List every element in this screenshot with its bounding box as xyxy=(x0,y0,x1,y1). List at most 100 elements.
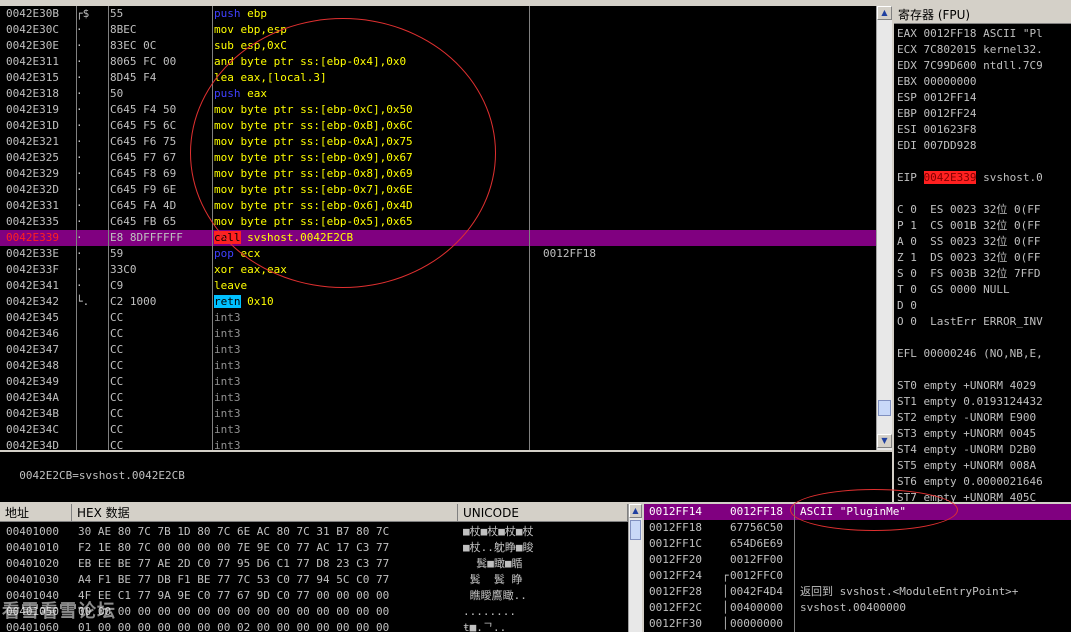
register-line[interactable]: ST3 empty +UNORM 0045 xyxy=(897,426,1036,442)
dump-hex[interactable]: 30 AE 80 7C 7B 1D 80 7C 6E AC 80 7C 31 B… xyxy=(78,524,389,540)
scroll-up-button[interactable]: ▲ xyxy=(877,6,892,20)
stack-row[interactable]: 0012FF18 67756C50 xyxy=(644,520,1071,536)
register-line[interactable]: A 0 SS 0023 32位 0(FF xyxy=(897,234,1040,250)
register-line[interactable]: EFL 00000246 (NO,NB,E, xyxy=(897,346,1043,362)
dump-unicode[interactable]: ........ xyxy=(463,604,516,620)
dump-address[interactable]: 00401030 xyxy=(6,572,59,588)
register-line[interactable]: S 0 FS 003B 32位 7FFD xyxy=(897,266,1040,282)
disasm-row[interactable]: 0042E30B ┌$ 55 push ebp xyxy=(0,6,876,22)
stack-row[interactable]: 0012FF20 0012FF00 xyxy=(644,552,1071,568)
scroll-down-button[interactable]: ▼ xyxy=(877,434,892,448)
dump-hex[interactable]: EB EE BE 77 AE 2D C0 77 95 D6 C1 77 D8 2… xyxy=(78,556,389,572)
disasm-row[interactable]: 0042E315 · 8D45 F4 lea eax,[local.3] xyxy=(0,70,876,86)
register-line[interactable]: ST7 empty +UNORM 405C xyxy=(897,490,1036,502)
dump-col-unicode[interactable]: UNICODE xyxy=(458,504,628,522)
disasm-scrollbar[interactable]: ▲ ▼ xyxy=(876,6,892,450)
register-line[interactable]: ST1 empty 0.0193124432 xyxy=(897,394,1043,410)
stack-row[interactable]: 0012FF30 │ 00000000 xyxy=(644,616,1071,632)
register-line[interactable]: EAX 0012FF18 ASCII "Pl xyxy=(897,26,1043,42)
dump-scrollbar[interactable]: ▲ xyxy=(628,504,642,632)
dump-col-address[interactable]: 地址 xyxy=(0,504,72,522)
register-line[interactable]: ST6 empty 0.0000021646 xyxy=(897,474,1043,490)
disasm-row[interactable]: 0042E319 · C645 F4 50 mov byte ptr ss:[ebp-… xyxy=(0,102,876,118)
disasm-row[interactable]: 0042E345 CC int3 xyxy=(0,310,876,326)
register-line[interactable]: ESP 0012FF14 xyxy=(897,90,976,106)
disasm-row[interactable]: 0042E30E · 83EC 0C sub esp,0xC xyxy=(0,38,876,54)
disasm-hex: E8 8DFFFFFF xyxy=(110,231,183,244)
disasm-row[interactable]: 0042E335 · C645 FB 65 mov byte ptr ss:[ebp-… xyxy=(0,214,876,230)
dump-hex[interactable]: F2 1E 80 7C 00 00 00 00 7E 9E C0 77 AC 1… xyxy=(78,540,389,556)
disasm-row[interactable]: 0042E349 CC int3 xyxy=(0,374,876,390)
scroll-thumb[interactable] xyxy=(878,400,891,416)
dump-unicode[interactable]: 瞧瞹鷹瞰.. xyxy=(463,588,527,604)
register-line[interactable]: ST2 empty -UNORM E900 xyxy=(897,410,1036,426)
dump-unicode[interactable]: ■杖■杖■杖■杖 xyxy=(463,524,534,540)
disasm-row[interactable]: 0042E311 · 8065 FC 00 and byte ptr ss:[ebp-… xyxy=(0,54,876,70)
register-line[interactable]: ESI 001623F8 xyxy=(897,122,976,138)
register-line[interactable]: T 0 GS 0000 NULL xyxy=(897,282,1010,298)
disasm-row[interactable]: 0042E347 CC int3 xyxy=(0,342,876,358)
register-line[interactable]: O 0 LastErr ERROR_INV xyxy=(897,314,1043,330)
dump-unicode[interactable]: ŧ■.ᄀ.. xyxy=(463,620,506,632)
disasm-operands: eax xyxy=(240,87,267,100)
dump-hex[interactable]: 01 00 00 00 00 00 00 00 02 00 00 00 00 0… xyxy=(78,620,389,632)
disasm-row[interactable]: 0042E325 · C645 F7 67 mov byte ptr ss:[ebp-… xyxy=(0,150,876,166)
register-line[interactable]: ECX 7C802015 kernel32. xyxy=(897,42,1043,58)
disasm-row[interactable]: 0042E34A CC int3 xyxy=(0,390,876,406)
disassembly-pane[interactable]: 0042E30B ┌$ 55 push ebp 0042E30C · 8BEC mov ebp… xyxy=(0,6,876,450)
register-line[interactable]: C 0 ES 0023 32位 0(FF xyxy=(897,202,1040,218)
disasm-row[interactable]: 0042E321 · C645 F6 75 mov byte ptr ss:[ebp-… xyxy=(0,134,876,150)
disasm-row[interactable]: 0042E33F · 33C0 xor eax,eax xyxy=(0,262,876,278)
register-line[interactable]: ST0 empty +UNORM 4029 xyxy=(897,378,1036,394)
register-line[interactable]: ST4 empty -UNORM D2B0 xyxy=(897,442,1036,458)
dump-scroll-thumb[interactable] xyxy=(630,520,641,540)
disasm-row[interactable]: 0042E34C CC int3 xyxy=(0,422,876,438)
stack-separator xyxy=(794,504,795,632)
disasm-row[interactable]: 0042E34D CC int3 xyxy=(0,438,876,450)
register-line[interactable]: D 0 xyxy=(897,298,917,314)
disasm-row[interactable]: 0042E318 · 50 push eax xyxy=(0,86,876,102)
dump-address[interactable]: 00401010 xyxy=(6,540,59,556)
dump-scroll-up-button[interactable]: ▲ xyxy=(629,504,642,518)
stack-marker: │ xyxy=(722,601,729,614)
dump-address[interactable]: 00401020 xyxy=(6,556,59,572)
disasm-row[interactable]: 0042E30C · 8BEC mov ebp,esp xyxy=(0,22,876,38)
disasm-row[interactable]: 0042E339 · E8 8DFFFFFF call svshost.0042E2C… xyxy=(0,230,876,246)
register-eip[interactable]: EIP 0042E339 svshost.0 xyxy=(897,170,1043,186)
dump-hex[interactable]: 4F EE C1 77 9A 9E C0 77 67 9D C0 77 00 0… xyxy=(78,588,389,604)
register-line[interactable]: Z 1 DS 0023 32位 0(FF xyxy=(897,250,1040,266)
registers-header[interactable]: 寄存器 (FPU) xyxy=(894,6,1071,24)
disasm-row[interactable]: 0042E342 └. C2 1000 retn 0x10 xyxy=(0,294,876,310)
disasm-row[interactable]: 0042E348 CC int3 xyxy=(0,358,876,374)
dump-unicode[interactable]: 鬂 鬂 睁 xyxy=(463,572,523,588)
disasm-row[interactable]: 0042E32D · C645 F9 6E mov byte ptr ss:[ebp-… xyxy=(0,182,876,198)
disasm-operands: byte ptr ss:[ebp-0x4],0x0 xyxy=(233,55,407,68)
dump-col-hex[interactable]: HEX 数据 xyxy=(72,504,458,522)
dump-unicode[interactable]: 鬂■瞰■瞃 xyxy=(463,556,522,572)
stack-pane[interactable]: 0012FF14 0012FF18 ASCII "PluginMe" 0012FF1… xyxy=(644,504,1071,632)
disasm-operands: byte ptr ss:[ebp-0x7],0x6E xyxy=(233,183,413,196)
stack-row[interactable]: 0012FF2C │ 00400000 svshost.00400000 xyxy=(644,600,1071,616)
disasm-row[interactable]: 0042E341 · C9 leave xyxy=(0,278,876,294)
register-line[interactable]: EBP 0012FF24 xyxy=(897,106,976,122)
stack-row[interactable]: 0012FF14 0012FF18 ASCII "PluginMe" xyxy=(644,504,1071,520)
stack-row[interactable]: 0012FF1C 654D6E69 xyxy=(644,536,1071,552)
register-line[interactable]: EDI 007DD928 xyxy=(897,138,976,154)
disasm-row[interactable]: 0042E33E · 59 pop ecx 0012FF18 xyxy=(0,246,876,262)
stack-row[interactable]: 0012FF24 ┌ 0012FFC0 xyxy=(644,568,1071,584)
registers-pane[interactable]: 寄存器 (FPU) EAX 0012FF18 ASCII "Pl ECX 7C80… xyxy=(894,6,1071,502)
disasm-row[interactable]: 0042E331 · C645 FA 4D mov byte ptr ss:[ebp-… xyxy=(0,198,876,214)
disasm-row[interactable]: 0042E34B CC int3 xyxy=(0,406,876,422)
dump-hex[interactable]: A4 F1 BE 77 DB F1 BE 77 7C 53 C0 77 94 5… xyxy=(78,572,389,588)
disasm-row[interactable]: 0042E346 CC int3 xyxy=(0,326,876,342)
stack-row[interactable]: 0012FF28 │ 0042F4D4 返回到 svshost.<ModuleEntr… xyxy=(644,584,1071,600)
dump-unicode[interactable]: ■杖..躭睁■睃 xyxy=(463,540,534,556)
register-line[interactable]: P 1 CS 001B 32位 0(FF xyxy=(897,218,1040,234)
disasm-row[interactable]: 0042E329 · C645 F8 69 mov byte ptr ss:[ebp-… xyxy=(0,166,876,182)
dump-address[interactable]: 00401000 xyxy=(6,524,59,540)
disasm-row[interactable]: 0042E31D · C645 F5 6C mov byte ptr ss:[ebp-… xyxy=(0,118,876,134)
dump-hex[interactable]: 00 00 00 00 00 00 00 00 00 00 00 00 00 0… xyxy=(78,604,389,620)
register-line[interactable]: ST5 empty +UNORM 008A xyxy=(897,458,1036,474)
register-line[interactable]: EBX 00000000 xyxy=(897,74,976,90)
register-line[interactable]: EDX 7C99D600 ntdll.7C9 xyxy=(897,58,1043,74)
